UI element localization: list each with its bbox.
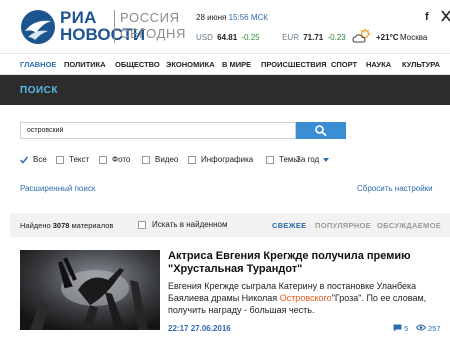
nav-item-politics[interactable]: ПОЛИТИКА: [64, 60, 106, 69]
results-count-number: 3078: [52, 221, 70, 230]
search-in-found-label: Искать в найденном: [152, 220, 228, 229]
site-header: РИА НОВОСТИ РОССИЯ СЕГОДНЯ 28 июня 15:56…: [0, 0, 450, 52]
cloud-sun-icon: [352, 28, 371, 43]
filter-photo-checkbox[interactable]: [99, 156, 107, 164]
filter-photo-label: Фото: [112, 155, 131, 164]
weather-city[interactable]: Москва: [400, 33, 427, 42]
advanced-search-link[interactable]: Расширенный поиск: [20, 184, 95, 193]
eye-icon: [415, 324, 427, 331]
nav-item-science[interactable]: НАУКА: [366, 60, 391, 69]
twitter-icon[interactable]: [441, 10, 450, 22]
filter-video-label: Видео: [155, 155, 179, 164]
search-in-found-checkbox[interactable]: [138, 221, 146, 229]
page-title-band: ПОИСК: [0, 75, 450, 105]
date-time: 15:56 МСК: [228, 13, 268, 22]
article-comments-count: 5: [404, 324, 409, 333]
article-comments[interactable]: 5: [393, 324, 408, 333]
filter-video-checkbox[interactable]: [142, 156, 150, 164]
results-toolbar: Найдено 3078 материалов Искать в найденн…: [10, 213, 450, 237]
rate-eur-change: -0.23: [327, 33, 346, 42]
rate-usd-value: 64.81: [217, 33, 238, 42]
period-dropdown-label: За год: [296, 155, 320, 164]
nav-item-economy[interactable]: ЭКОНОМИКА: [166, 60, 215, 69]
search-input[interactable]: [20, 122, 296, 139]
rate-eur-code: EUR: [282, 33, 299, 42]
article-datetime: 22:17 27.06.2016: [168, 324, 231, 333]
logo-today-text[interactable]: СЕГОДНЯ: [120, 27, 186, 41]
comment-icon: [393, 324, 402, 332]
results-count-suffix: материалов: [71, 221, 114, 230]
reset-settings-link[interactable]: Сбросить настройки: [357, 184, 433, 193]
checkbox-checked-icon[interactable]: [20, 156, 28, 164]
sort-fresh-tab[interactable]: СВЕЖЕЕ: [272, 221, 306, 230]
results-count: Найдено 3078 материалов: [20, 221, 113, 230]
period-dropdown[interactable]: За год: [296, 155, 330, 164]
filter-text-checkbox[interactable]: [56, 156, 64, 164]
currency-rates: USD 64.81 -0.25 EUR 71.71 -0.23: [196, 33, 348, 42]
rate-usd-code: USD: [196, 33, 213, 42]
nav-item-main[interactable]: ГЛАВНОЕ: [20, 60, 56, 69]
page-title: ПОИСК: [20, 85, 58, 96]
current-date: 28 июня 15:56 МСК: [196, 13, 268, 22]
search-button[interactable]: [296, 122, 346, 139]
sort-discussed-tab[interactable]: ОБСУЖДАЕМОЕ: [377, 221, 441, 230]
article-photo-image: [20, 250, 160, 330]
article-date: 27.06.2016: [190, 324, 231, 333]
facebook-icon[interactable]: f: [425, 11, 429, 23]
article-views-count: 257: [428, 324, 441, 333]
article-snippet: Евгения Крегжде сыграла Катерину в поста…: [168, 280, 444, 316]
sort-popular-tab[interactable]: ПОПУЛЯРНОЕ: [315, 221, 371, 230]
results-count-prefix: Найдено: [20, 221, 51, 230]
filter-all-label: Все: [33, 155, 47, 164]
rate-usd-change: -0.25: [241, 33, 260, 42]
weather-temperature: +21°C: [376, 33, 399, 42]
nav-item-sport[interactable]: СПОРТ: [331, 60, 357, 69]
filter-infographics-label: Инфографика: [201, 155, 254, 164]
nav-item-incidents[interactable]: ПРОИСШЕСТВИЯ: [261, 60, 326, 69]
filter-text-label: Текст: [69, 155, 90, 164]
main-nav: ГЛАВНОЕ ПОЛИТИКА ОБЩЕСТВО ЭКОНОМИКА В МИ…: [0, 53, 450, 75]
date-day: 28 июня: [196, 13, 227, 22]
article-thumbnail[interactable]: [20, 250, 160, 330]
article-time: 22:17: [168, 324, 189, 333]
chevron-down-icon: [323, 157, 330, 162]
nav-item-world[interactable]: В МИРЕ: [222, 60, 251, 69]
nav-item-society[interactable]: ОБЩЕСТВО: [115, 60, 160, 69]
nav-item-culture[interactable]: КУЛЬТУРА: [402, 60, 440, 69]
rate-eur-value: 71.71: [303, 33, 324, 42]
article-snippet-highlight: Островского: [279, 293, 332, 303]
ria-globe-logo-icon[interactable]: [20, 9, 56, 45]
filter-topics-checkbox[interactable]: [266, 156, 274, 164]
article-title[interactable]: Актриса Евгения Крегжде получила премию …: [168, 250, 443, 276]
logo-separator: [114, 10, 115, 43]
search-icon: [315, 125, 327, 136]
article-views: 257: [415, 324, 441, 333]
logo-russia-text[interactable]: РОССИЯ: [120, 11, 180, 25]
filter-infographics-checkbox[interactable]: [188, 156, 196, 164]
